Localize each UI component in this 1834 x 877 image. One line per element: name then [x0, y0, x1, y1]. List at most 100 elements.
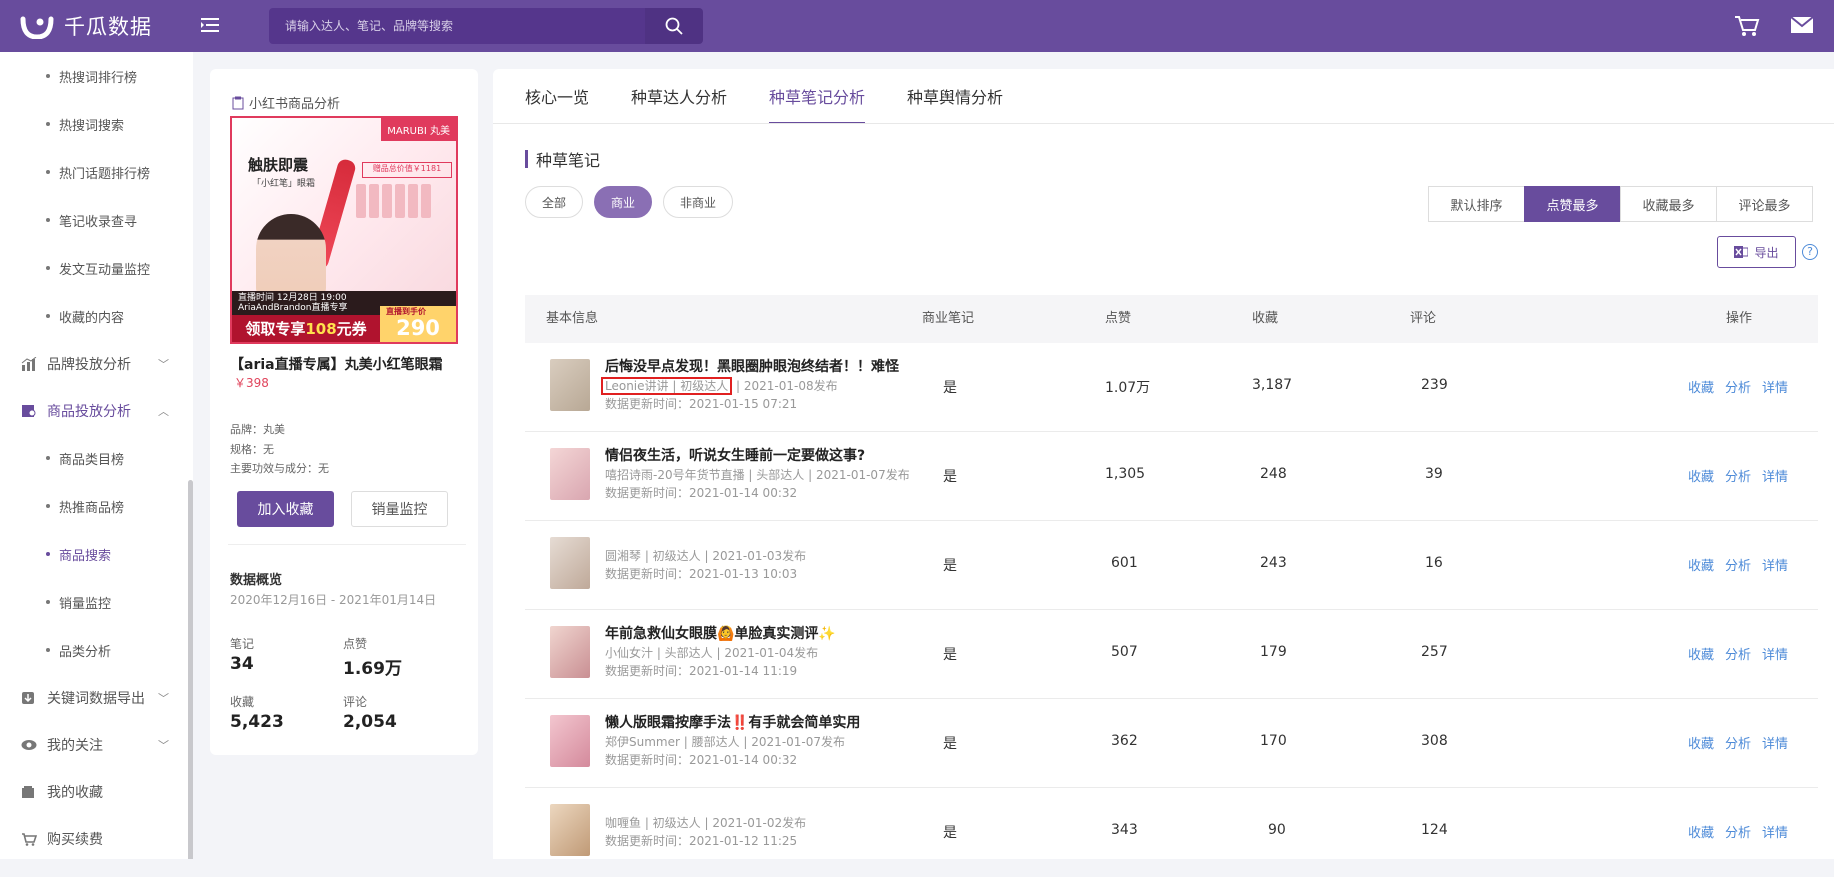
row-actions: 收藏 分析 详情: [1688, 555, 1788, 574]
note-title[interactable]: 年前急救仙女眼膜🙆单脸真实测评✨: [605, 623, 836, 643]
export-button[interactable]: 导出: [1717, 236, 1796, 268]
sidebar-item-hot-product-rank[interactable]: 热推商品榜: [0, 482, 193, 530]
sidebar-item-product-category-rank[interactable]: 商品类目榜: [0, 434, 193, 482]
menu-toggle-icon[interactable]: [195, 14, 225, 38]
note-thumbnail[interactable]: [550, 537, 590, 589]
analyze-link[interactable]: 分析: [1725, 644, 1751, 663]
table-row: 情侣夜生活，听说女生睡前一定要做这事? 嘻招诗雨-20号年货节直播 | 头部达人…: [525, 432, 1818, 521]
logo-icon: [20, 16, 54, 39]
author-highlight[interactable]: Leonie讲讲 | 初级达人: [601, 377, 733, 395]
sidebar-scrollbar[interactable]: [188, 480, 193, 859]
cell-commercial: 是: [943, 380, 957, 396]
mail-icon[interactable]: [1790, 14, 1814, 42]
tab-influencer-analysis[interactable]: 种草达人分析: [631, 69, 727, 124]
detail-link[interactable]: 详情: [1762, 733, 1788, 752]
product-search-icon: [21, 404, 39, 418]
detail-link[interactable]: 详情: [1762, 377, 1788, 396]
bullet-icon: [46, 600, 50, 604]
model-photo: [256, 214, 326, 298]
note-thumbnail[interactable]: [550, 448, 590, 500]
sales-monitor-button[interactable]: 销量监控: [351, 491, 448, 527]
sidebar-group-my-favorites[interactable]: 我的收藏: [0, 768, 193, 815]
table-row: 后悔没早点发现！黑眼圈肿眼泡终结者！！难怪 Leonie讲讲 | 初级达人 | …: [525, 343, 1818, 432]
row-actions: 收藏 分析 详情: [1688, 733, 1788, 752]
bullet-icon: [46, 314, 50, 318]
sort-most-comments[interactable]: 评论最多: [1716, 186, 1813, 222]
overview-notes-value: 34: [230, 654, 254, 674]
sidebar-group-renew[interactable]: 购买续费: [0, 815, 193, 859]
search-box: [269, 8, 645, 44]
sidebar-item-product-search[interactable]: 商品搜索: [0, 530, 193, 578]
filter-commercial[interactable]: 商业: [594, 186, 653, 218]
sidebar-group-product-analysis[interactable]: 商品投放分析 ︿: [0, 387, 193, 434]
detail-link[interactable]: 详情: [1762, 466, 1788, 485]
filter-non-commercial[interactable]: 非商业: [663, 186, 734, 218]
product-title[interactable]: 【aria直播专属】丸美小红笔眼霜: [230, 354, 470, 374]
overview-comments-value: 2,054: [343, 712, 397, 732]
sidebar-item-hot-topic-rank[interactable]: 热门话题排行榜: [0, 148, 193, 196]
detail-link[interactable]: 详情: [1762, 822, 1788, 841]
tab-sentiment-analysis[interactable]: 种草舆情分析: [907, 69, 1003, 124]
tab-core-overview[interactable]: 核心一览: [525, 69, 589, 124]
sort-default[interactable]: 默认排序: [1428, 186, 1525, 222]
product-spec: 规格：无: [230, 443, 274, 456]
overview-collects-label: 收藏: [230, 695, 255, 709]
overview-likes-value: 1.69万: [343, 659, 402, 679]
cell-likes: 1.07万: [1105, 380, 1151, 396]
note-thumbnail[interactable]: [550, 626, 590, 678]
detail-link[interactable]: 详情: [1762, 644, 1788, 663]
note-title[interactable]: 懒人版眼霜按摩手法‼️有手就会简单实用: [605, 712, 860, 732]
collect-link[interactable]: 收藏: [1688, 377, 1714, 396]
sidebar-item-category-analysis[interactable]: 品类分析: [0, 626, 193, 674]
cart-icon[interactable]: [1734, 14, 1760, 42]
add-favorite-button[interactable]: 加入收藏: [237, 491, 334, 527]
sidebar-group-brand-analysis[interactable]: 品牌投放分析 ﹀: [0, 340, 193, 387]
sidebar-item-post-monitor[interactable]: 发文互动量监控: [0, 244, 193, 292]
note-thumbnail[interactable]: [550, 359, 590, 411]
note-thumbnail[interactable]: [550, 715, 590, 767]
sidebar-item-hot-word-search[interactable]: 热搜词搜索: [0, 100, 193, 148]
sidebar-item-sales-monitor[interactable]: 销量监控: [0, 578, 193, 626]
detail-link[interactable]: 详情: [1762, 555, 1788, 574]
tab-note-analysis[interactable]: 种草笔记分析: [769, 69, 866, 124]
search-input[interactable]: [269, 19, 645, 33]
note-update-time: 数据更新时间：2021-01-14 00:32: [605, 753, 798, 767]
note-author: 圆湘琴 | 初级达人 | 2021-01-03发布: [605, 549, 807, 563]
filter-all[interactable]: 全部: [525, 186, 584, 218]
analyze-link[interactable]: 分析: [1725, 377, 1751, 396]
logo[interactable]: 千瓜数据: [20, 11, 185, 41]
analyze-link[interactable]: 分析: [1725, 822, 1751, 841]
row-actions: 收藏 分析 详情: [1688, 466, 1788, 485]
sidebar-item-saved-content[interactable]: 收藏的内容: [0, 292, 193, 340]
help-icon[interactable]: ?: [1802, 244, 1818, 260]
collect-link[interactable]: 收藏: [1688, 644, 1714, 663]
table-row: 年前急救仙女眼膜🙆单脸真实测评✨ 小仙女汁 | 头部达人 | 2021-01-0…: [525, 610, 1818, 699]
note-title[interactable]: 后悔没早点发现！黑眼圈肿眼泡终结者！！难怪: [605, 356, 899, 376]
sidebar-item-hot-word-rank[interactable]: 热搜词排行榜: [0, 52, 193, 100]
sidebar-group-my-follows[interactable]: 我的关注 ﹀: [0, 721, 193, 768]
product-image[interactable]: MARUBI 丸美 触肤即震 「小红笔」眼霜 赠品总价值￥1181 直播时间 1…: [230, 116, 458, 344]
overview-collects-value: 5,423: [230, 712, 284, 732]
sort-most-likes[interactable]: 点赞最多: [1524, 186, 1621, 222]
eye-icon: [21, 739, 39, 751]
collect-link[interactable]: 收藏: [1688, 555, 1714, 574]
note-update-time: 数据更新时间：2021-01-14 00:32: [605, 486, 798, 500]
bullet-icon: [46, 170, 50, 174]
cell-comments: 124: [1421, 822, 1448, 838]
note-thumbnail[interactable]: [550, 804, 590, 856]
row-actions: 收藏 分析 详情: [1688, 377, 1788, 396]
table-row: 咖喱鱼 | 初级达人 | 2021-01-02发布 数据更新时间：2021-01…: [525, 788, 1818, 877]
sidebar-group-keyword-export[interactable]: 关键词数据导出 ﹀: [0, 674, 193, 721]
sort-most-collects[interactable]: 收藏最多: [1620, 186, 1717, 222]
note-title[interactable]: 情侣夜生活，听说女生睡前一定要做这事?: [605, 445, 865, 465]
collect-link[interactable]: 收藏: [1688, 733, 1714, 752]
excel-icon: [1734, 246, 1749, 258]
analyze-link[interactable]: 分析: [1725, 555, 1751, 574]
sidebar-item-note-index-query[interactable]: 笔记收录查寻: [0, 196, 193, 244]
collect-link[interactable]: 收藏: [1688, 822, 1714, 841]
collect-link[interactable]: 收藏: [1688, 466, 1714, 485]
search-button[interactable]: [645, 8, 703, 44]
analyze-link[interactable]: 分析: [1725, 733, 1751, 752]
analyze-link[interactable]: 分析: [1725, 466, 1751, 485]
product-card-header: 小红书商品分析: [232, 93, 340, 112]
